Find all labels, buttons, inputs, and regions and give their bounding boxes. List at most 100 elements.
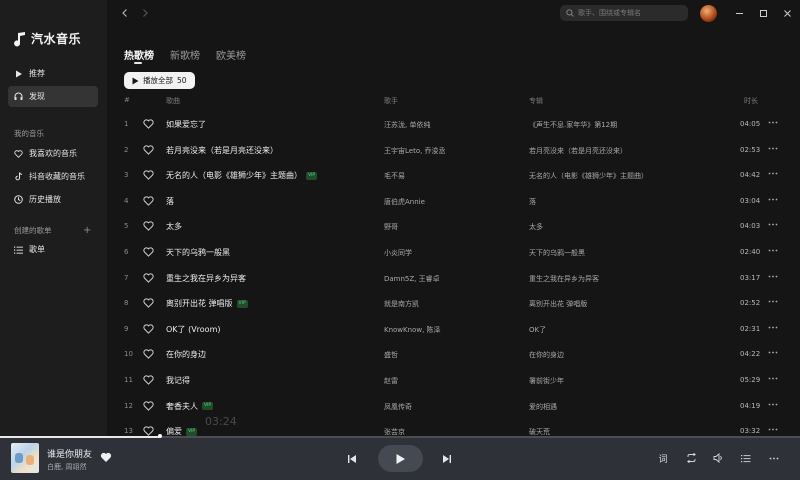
nav-recommend[interactable]: 推荐 <box>8 63 98 84</box>
song-album[interactable]: 太多 <box>529 222 543 232</box>
song-more-button[interactable] <box>768 219 778 229</box>
song-more-button[interactable] <box>768 245 778 255</box>
song-artist[interactable]: KnowKnow, 陈泽 <box>384 325 441 335</box>
song-more-button[interactable] <box>768 168 778 178</box>
song-row[interactable]: 10 在你的身边 盛哲 在你的身边 04:22 <box>107 342 800 368</box>
song-row[interactable]: 3 无名的人（电影《雄狮少年》主题曲） VIP 毛不易 无名的人（电影《雄狮少年》… <box>107 163 800 189</box>
song-title[interactable]: OK了 (Vroom) <box>166 324 221 335</box>
search-input[interactable] <box>578 9 678 17</box>
nav-playlist[interactable]: 歌单 <box>8 239 98 260</box>
song-title[interactable]: 无名的人（电影《雄狮少年》主题曲） VIP <box>166 170 318 181</box>
playlist-queue-button[interactable] <box>740 452 752 464</box>
song-title[interactable]: 若月亮没来（若是月亮还没来） <box>166 145 278 156</box>
song-row[interactable]: 4 落 唐伯虎Annie 落 03:04 <box>107 189 800 215</box>
album-cover[interactable] <box>11 443 39 473</box>
song-row[interactable]: 5 太多 野哥 太多 04:03 <box>107 214 800 240</box>
song-row[interactable]: 8 离别开出花 弹唱版 VIP 就是南方凯 离别开出花 弹唱版 02:52 <box>107 291 800 317</box>
now-playing-artist[interactable]: 白鹿, 周翊然 <box>47 462 86 472</box>
song-like-button[interactable] <box>143 349 154 360</box>
song-album[interactable]: 重生之我在异乡为异客 <box>529 274 599 284</box>
song-album[interactable]: 无名的人（电影《雄狮少年》主题曲） <box>529 171 648 181</box>
song-artist[interactable]: 野哥 <box>384 222 398 232</box>
song-more-button[interactable] <box>768 373 778 383</box>
song-more-button[interactable] <box>768 194 778 204</box>
song-album[interactable]: 爱的相遇 <box>529 402 557 412</box>
player-more-button[interactable] <box>768 452 780 464</box>
song-title[interactable]: 在你的身边 <box>166 349 206 360</box>
song-title[interactable]: 天下的乌鸦一般黑 <box>166 247 230 258</box>
previous-button[interactable] <box>346 453 358 465</box>
song-like-button[interactable] <box>143 375 154 385</box>
song-album[interactable]: 离别开出花 弹唱版 <box>529 299 587 309</box>
song-title[interactable]: 如果爱忘了 <box>166 119 206 130</box>
song-artist[interactable]: 汪苏泷, 单依纯 <box>384 120 430 130</box>
song-row[interactable]: 9 OK了 (Vroom) KnowKnow, 陈泽 OK了 02:31 <box>107 317 800 343</box>
play-all-button[interactable]: 播放全部 50 <box>124 72 195 89</box>
back-button[interactable] <box>119 7 131 19</box>
repeat-button[interactable] <box>685 452 697 464</box>
nav-liked-music[interactable]: 我喜欢的音乐 <box>8 143 98 164</box>
song-like-button[interactable] <box>143 324 154 334</box>
song-row[interactable]: 6 天下的乌鸦一般黑 小炎同学 天下的乌鸦一般黑 02:40 <box>107 240 800 266</box>
song-like-button[interactable] <box>143 119 154 129</box>
app-logo[interactable]: 汽水音乐 <box>13 30 81 47</box>
song-row[interactable]: 11 我记得 赵雷 署前街少年 05:29 <box>107 368 800 394</box>
song-album[interactable]: 若月亮没来（若是月亮还没来） <box>529 146 627 156</box>
song-artist[interactable]: 王宇宙Leto, 乔浚丞 <box>384 146 446 156</box>
lyrics-button[interactable]: 词 <box>657 452 669 465</box>
song-title[interactable]: 重生之我在异乡为异客 <box>166 273 246 284</box>
like-button[interactable] <box>100 452 112 463</box>
song-artist[interactable]: 小炎同学 <box>384 248 412 258</box>
add-playlist-icon[interactable]: + <box>83 225 91 236</box>
song-row[interactable]: 1 如果爱忘了 汪苏泷, 单依纯 《声生不息.家年华》第12期 04:05 <box>107 112 800 138</box>
nav-discover[interactable]: 发现 <box>8 86 98 107</box>
song-album[interactable]: 天下的乌鸦一般黑 <box>529 248 585 258</box>
song-title[interactable]: 太多 <box>166 221 182 232</box>
song-album[interactable]: 署前街少年 <box>529 376 564 386</box>
song-like-button[interactable] <box>143 196 154 206</box>
tab-new-songs[interactable]: 新歌榜 <box>170 47 200 62</box>
song-artist[interactable]: 赵雷 <box>384 376 398 386</box>
song-row[interactable]: 7 重生之我在异乡为异客 Damn5Z, 王睿卓 重生之我在异乡为异客 03:1… <box>107 266 800 292</box>
now-playing-title[interactable]: 谁是你朋友 <box>47 447 92 460</box>
song-more-button[interactable] <box>768 399 778 409</box>
song-more-button[interactable] <box>768 424 778 434</box>
song-title[interactable]: 离别开出花 弹唱版 VIP <box>166 298 248 309</box>
song-artist[interactable]: 凤凰传奇 <box>384 402 412 412</box>
maximize-button[interactable] <box>757 7 769 19</box>
song-like-button[interactable] <box>143 298 154 308</box>
song-like-button[interactable] <box>143 272 154 283</box>
song-title[interactable]: 我记得 <box>166 375 190 386</box>
song-album[interactable]: 在你的身边 <box>529 350 564 360</box>
next-button[interactable] <box>441 453 453 465</box>
song-artist[interactable]: Damn5Z, 王睿卓 <box>384 274 440 284</box>
song-more-button[interactable] <box>768 296 778 306</box>
nav-douyin-collection[interactable]: 抖音收藏的音乐 <box>8 166 98 187</box>
close-button[interactable] <box>781 7 793 19</box>
minimize-button[interactable] <box>733 7 745 19</box>
song-like-button[interactable] <box>143 221 154 232</box>
song-album[interactable]: 落 <box>529 197 536 207</box>
song-more-button[interactable] <box>768 143 778 153</box>
song-like-button[interactable] <box>143 170 154 180</box>
volume-button[interactable] <box>712 452 724 464</box>
song-more-button[interactable] <box>768 322 778 332</box>
play-pause-button[interactable] <box>378 445 423 472</box>
song-artist[interactable]: 毛不易 <box>384 171 405 181</box>
forward-button[interactable] <box>139 7 151 19</box>
song-album[interactable]: 《声生不息.家年华》第12期 <box>529 120 617 130</box>
song-artist[interactable]: 唐伯虎Annie <box>384 197 425 207</box>
song-album[interactable]: OK了 <box>529 325 546 335</box>
tab-hot-songs[interactable]: 热歌榜 <box>124 47 154 62</box>
nav-history[interactable]: 历史播放 <box>8 189 98 210</box>
song-more-button[interactable] <box>768 271 778 281</box>
song-artist[interactable]: 就是南方凯 <box>384 299 419 309</box>
song-more-button[interactable] <box>768 347 778 357</box>
song-like-button[interactable] <box>143 247 154 257</box>
user-avatar[interactable] <box>700 5 717 22</box>
song-row[interactable]: 2 若月亮没来（若是月亮还没来） 王宇宙Leto, 乔浚丞 若月亮没来（若是月亮… <box>107 138 800 164</box>
search-box[interactable] <box>560 5 688 21</box>
song-like-button[interactable] <box>143 144 154 155</box>
song-like-button[interactable] <box>143 400 154 411</box>
song-title[interactable]: 落 <box>166 196 174 207</box>
